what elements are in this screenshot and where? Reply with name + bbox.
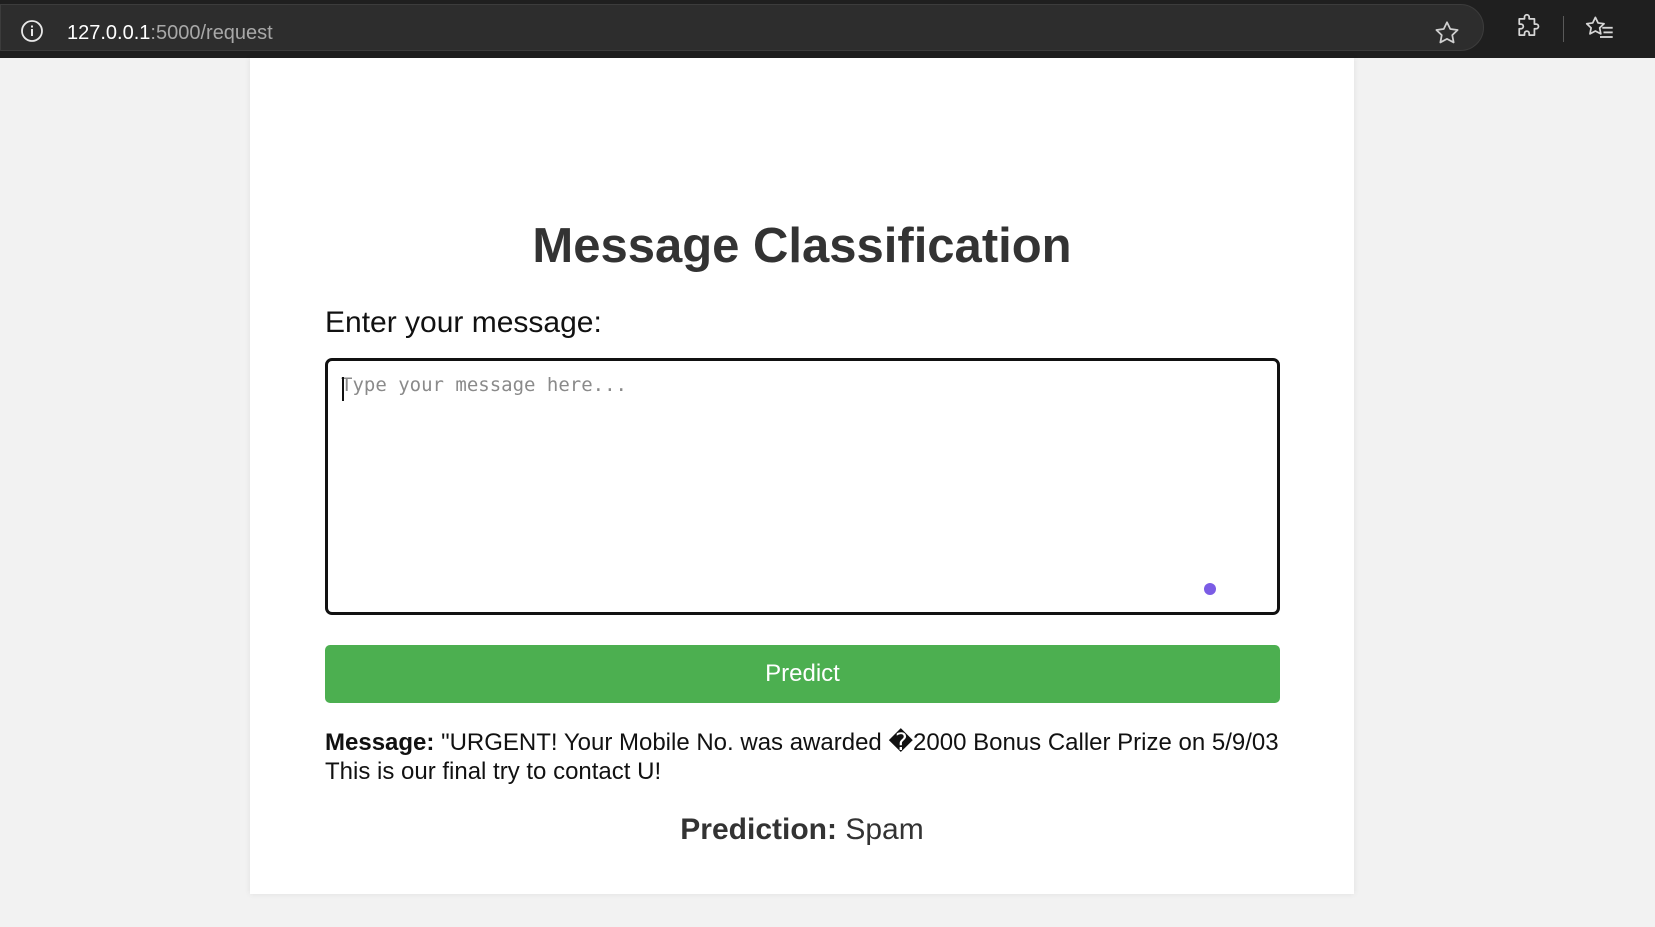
message-textarea[interactable] — [328, 361, 1277, 612]
prediction-value: Spam — [845, 813, 924, 846]
extensions-icon[interactable] — [1514, 13, 1542, 41]
page-title: Message Classification — [532, 219, 1072, 273]
text-caret — [342, 377, 344, 401]
toolbar-divider — [1563, 16, 1564, 42]
submitted-message: Message: "URGENT! Your Mobile No. was aw… — [325, 728, 1285, 786]
message-label: Message: — [325, 729, 435, 756]
url-host: 127.0.0.1 — [67, 22, 151, 44]
prediction-label: Prediction: — [680, 813, 837, 846]
url-path: :5000/request — [150, 22, 273, 44]
bookmark-star-icon[interactable] — [1433, 19, 1461, 47]
prediction-result: Prediction: Spam — [250, 813, 1354, 847]
browser-toolbar: 127.0.0.1:5000/request — [0, 0, 1655, 58]
message-textarea-container[interactable] — [325, 358, 1280, 615]
classification-card: Message Classification Enter your messag… — [250, 58, 1354, 894]
message-input-label: Enter your message: — [325, 306, 602, 339]
info-icon[interactable] — [20, 19, 44, 43]
address-bar[interactable]: 127.0.0.1:5000/request — [0, 4, 1484, 51]
predict-button[interactable]: Predict — [325, 645, 1280, 703]
message-text: "URGENT! Your Mobile No. was awarded �20… — [325, 729, 1279, 785]
favorites-icon[interactable] — [1585, 14, 1615, 42]
grammar-extension-dot-icon[interactable] — [1204, 583, 1216, 595]
url-text[interactable]: 127.0.0.1:5000/request — [67, 19, 273, 47]
